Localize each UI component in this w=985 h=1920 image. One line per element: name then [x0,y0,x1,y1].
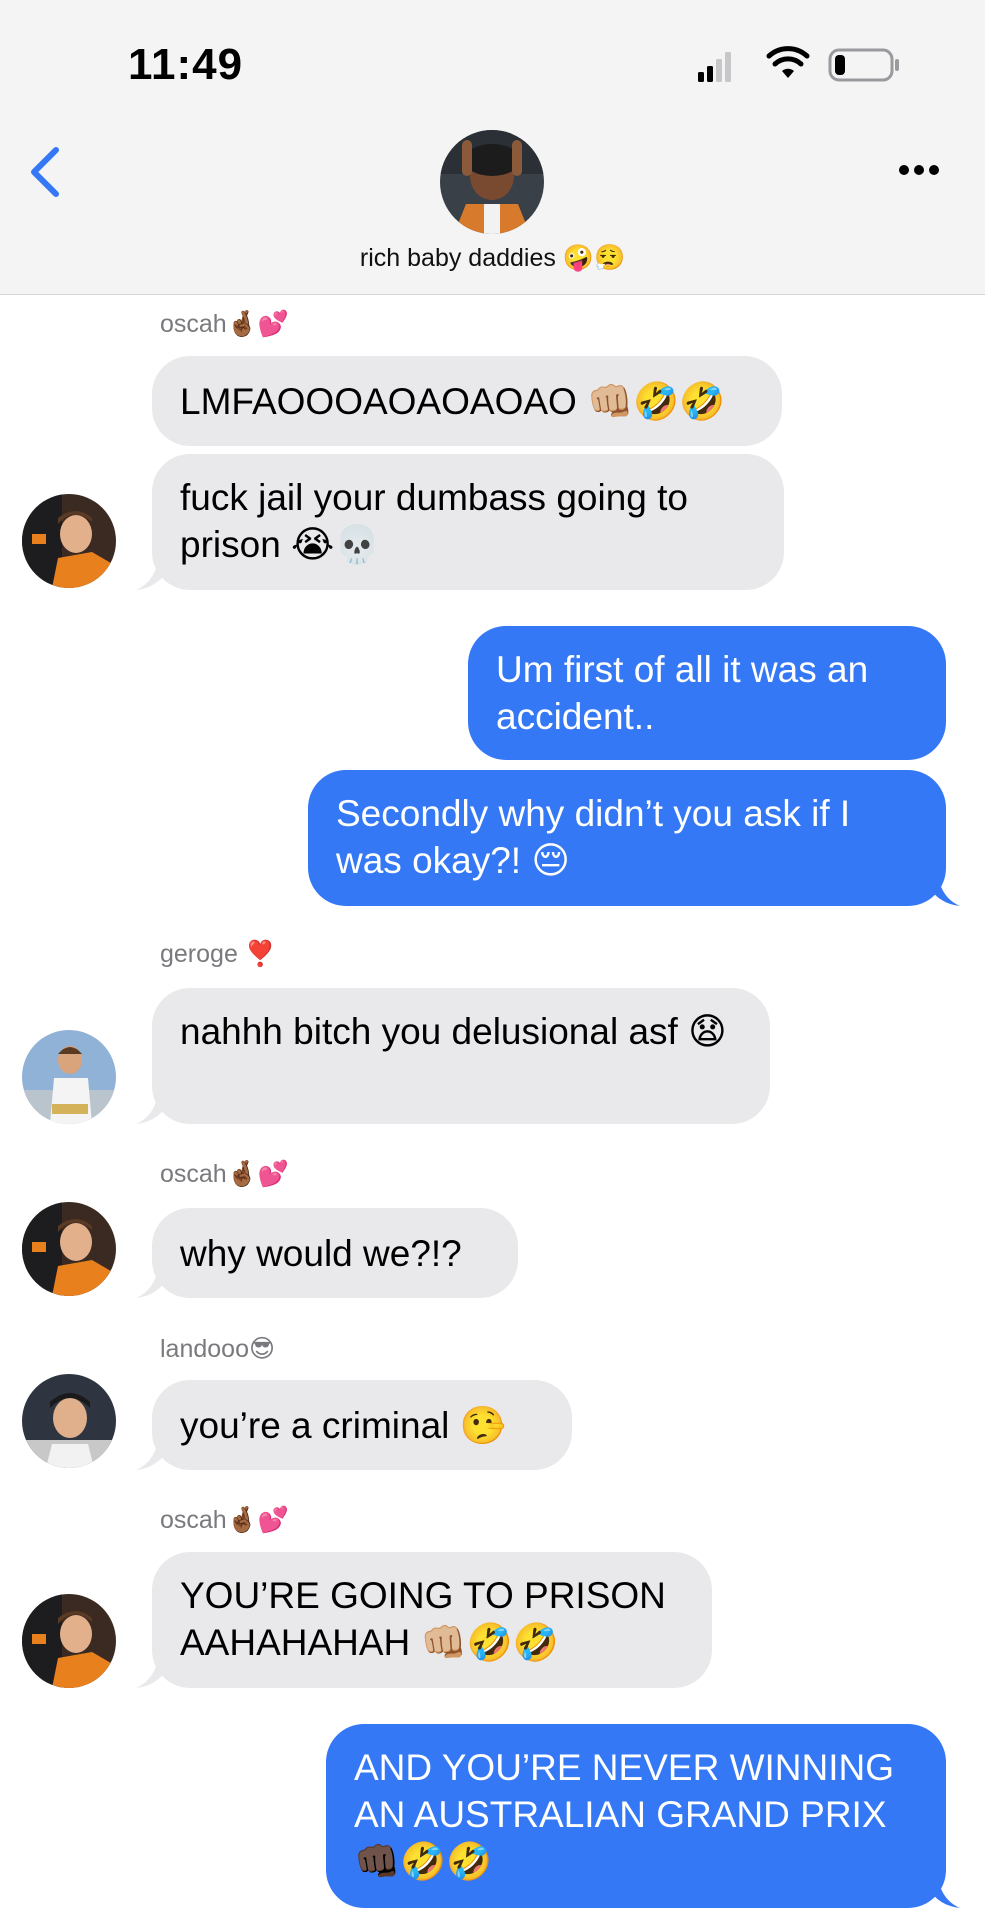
avatar-oscah[interactable] [22,494,116,588]
cellular-signal-icon [698,52,731,82]
message-bubble-incoming[interactable]: YOU’RE GOING TO PRISON AAHAHAHAH 👊🏼🤣🤣 [152,1552,712,1688]
group-name[interactable]: rich baby daddies 🤪😮‍💨 [0,244,985,273]
chat-header: 11:49 rich baby dadd [0,0,985,295]
bubble-tail [136,1440,172,1470]
sender-name: oscah🤞🏾💕 [160,1160,289,1188]
bubble-tail [136,1658,172,1688]
sender-name: geroge ❣️ [160,940,276,968]
message-bubble-outgoing[interactable]: Um first of all it was an accident.. [468,626,946,760]
bubble-tail [924,1878,960,1908]
message-bubble-incoming[interactable]: nahhh bitch you delusional asf 😧 [152,988,770,1124]
avatar-oscah[interactable] [22,1202,116,1296]
group-avatar[interactable] [440,130,544,234]
more-options-icon[interactable] [898,164,940,176]
message-bubble-incoming[interactable]: LMFAOOOAOAOAOAO 👊🏼🤣🤣 [152,356,782,446]
status-time: 11:49 [128,40,244,89]
sender-name: landooo😎 [160,1335,276,1363]
message-bubble-incoming[interactable]: you’re a criminal 🤥 [152,1380,572,1470]
sender-name: oscah🤞🏾💕 [160,1506,289,1534]
message-bubble-incoming[interactable]: why would we?!? [152,1208,518,1298]
bubble-tail [924,876,960,906]
sender-name: oscah🤞🏾💕 [160,310,289,338]
avatar-oscah[interactable] [22,1594,116,1688]
bubble-tail [136,1268,172,1298]
bubble-tail [136,560,172,590]
back-chevron-icon[interactable] [28,146,62,198]
avatar-geroge[interactable] [22,1030,116,1124]
message-bubble-outgoing[interactable]: AND YOU’RE NEVER WINNING AN AUSTRALIAN G… [326,1724,946,1908]
avatar-landooo[interactable] [22,1374,116,1468]
message-bubble-outgoing[interactable]: Secondly why didn’t you ask if I was oka… [308,770,946,906]
battery-icon [828,48,899,82]
bubble-tail [136,1094,172,1124]
wifi-icon [766,46,810,78]
message-bubble-incoming[interactable]: fuck jail your dumbass going to prison 😭… [152,454,784,590]
